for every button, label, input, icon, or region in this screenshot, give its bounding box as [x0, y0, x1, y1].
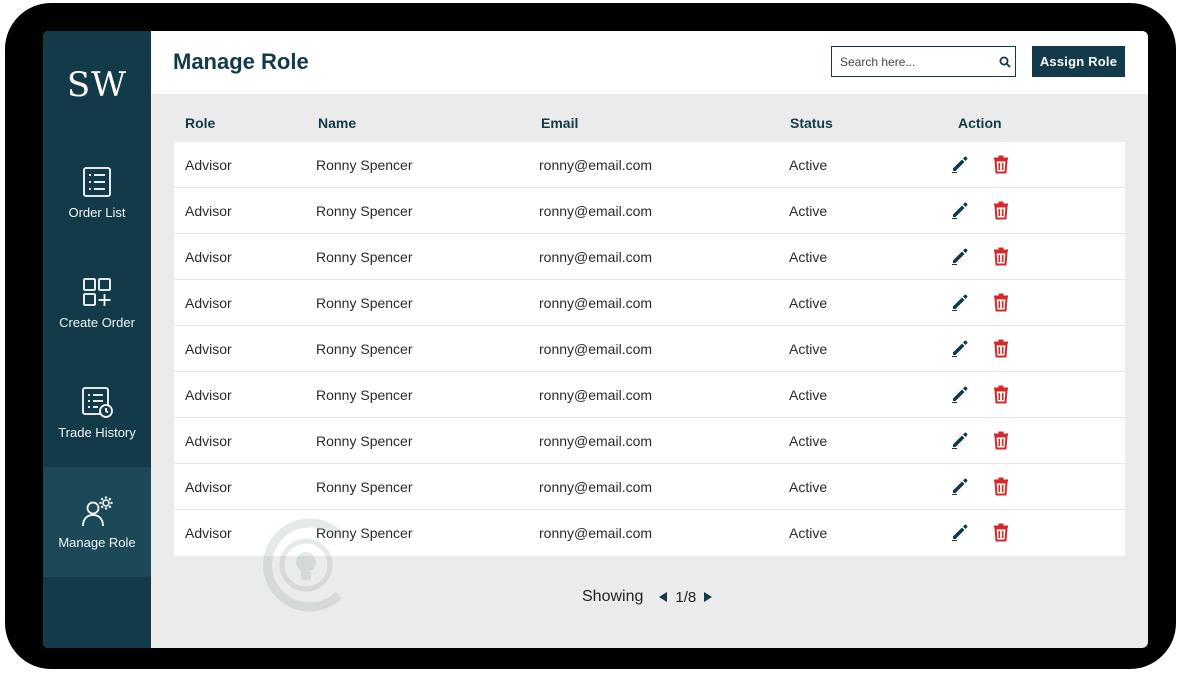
delete-icon[interactable] — [991, 384, 1011, 404]
email-cell: ronny@email.com — [539, 249, 653, 265]
table-body: Advisor Ronny Spencer ronny@email.com Ac… — [174, 142, 1125, 556]
email-cell: ronny@email.com — [539, 295, 653, 311]
name-cell: Ronny Spencer — [316, 341, 413, 357]
column-header-status[interactable]: Status — [790, 115, 833, 131]
table-row: Advisor Ronny Spencer ronny@email.com Ac… — [174, 326, 1125, 372]
status-cell: Active — [789, 433, 828, 449]
pagination-label: Showing — [582, 588, 644, 605]
name-cell: Ronny Spencer — [316, 157, 413, 173]
pagination: Showing 1/8 — [582, 588, 714, 606]
delete-icon[interactable] — [991, 200, 1011, 220]
history-icon — [82, 386, 113, 418]
next-page-icon[interactable] — [702, 591, 714, 603]
page-indicator: 1/8 — [675, 588, 697, 606]
sidebar-item-create-order[interactable]: Create Order — [43, 247, 151, 357]
brand-logo: SW — [66, 65, 128, 105]
edit-icon[interactable] — [950, 430, 970, 450]
role-cell: Advisor — [185, 157, 232, 173]
name-cell: Ronny Spencer — [316, 295, 413, 311]
app-screen: SW Order List Create Order Trade History… — [43, 31, 1148, 648]
role-cell: Advisor — [185, 341, 232, 357]
name-cell: Ronny Spencer — [316, 387, 413, 403]
sidebar-item-label: Create Order — [59, 314, 135, 330]
assign-role-button[interactable]: Assign Role — [1032, 46, 1125, 77]
sidebar: SW Order List Create Order Trade History… — [43, 31, 151, 648]
name-cell: Ronny Spencer — [316, 249, 413, 265]
list-icon — [83, 166, 111, 197]
table-row: Advisor Ronny Spencer ronny@email.com Ac… — [174, 418, 1125, 464]
column-header-email[interactable]: Email — [541, 115, 578, 131]
table-header: Role Name Email Status Action — [174, 106, 1125, 142]
sidebar-item-label: Trade History — [58, 424, 136, 440]
role-cell: Advisor — [185, 387, 232, 403]
name-cell: Ronny Spencer — [316, 479, 413, 495]
prev-page-icon[interactable] — [657, 591, 669, 603]
search-box — [831, 46, 1016, 77]
column-header-role[interactable]: Role — [185, 115, 215, 131]
edit-icon[interactable] — [950, 246, 970, 266]
status-cell: Active — [789, 249, 828, 265]
email-cell: ronny@email.com — [539, 479, 653, 495]
email-cell: ronny@email.com — [539, 157, 653, 173]
delete-icon[interactable] — [991, 476, 1011, 496]
email-cell: ronny@email.com — [539, 203, 653, 219]
edit-icon[interactable] — [950, 154, 970, 174]
role-cell: Advisor — [185, 433, 232, 449]
table-row: Advisor Ronny Spencer ronny@email.com Ac… — [174, 188, 1125, 234]
role-cell: Advisor — [185, 479, 232, 495]
column-header-name[interactable]: Name — [318, 115, 356, 131]
edit-icon[interactable] — [950, 384, 970, 404]
edit-icon[interactable] — [950, 338, 970, 358]
delete-icon[interactable] — [991, 292, 1011, 312]
edit-icon[interactable] — [950, 200, 970, 220]
edit-icon[interactable] — [950, 292, 970, 312]
search-input[interactable] — [832, 47, 995, 76]
grid-plus-icon — [83, 277, 111, 306]
sidebar-item-trade-history[interactable]: Trade History — [43, 357, 151, 467]
table-row: Advisor Ronny Spencer ronny@email.com Ac… — [174, 464, 1125, 510]
status-cell: Active — [789, 295, 828, 311]
table-row: Advisor Ronny Spencer ronny@email.com Ac… — [174, 234, 1125, 280]
page-header: Manage Role Assign Role — [151, 31, 1148, 94]
email-cell: ronny@email.com — [539, 525, 653, 541]
email-cell: ronny@email.com — [539, 341, 653, 357]
column-header-action: Action — [958, 115, 1002, 131]
name-cell: Ronny Spencer — [316, 433, 413, 449]
status-cell: Active — [789, 203, 828, 219]
edit-icon[interactable] — [950, 476, 970, 496]
delete-icon[interactable] — [991, 430, 1011, 450]
table-row: Advisor Ronny Spencer ronny@email.com Ac… — [174, 280, 1125, 326]
table-row: Advisor Ronny Spencer ronny@email.com Ac… — [174, 142, 1125, 188]
status-cell: Active — [789, 387, 828, 403]
email-cell: ronny@email.com — [539, 387, 653, 403]
watermark-logo — [263, 518, 343, 612]
email-cell: ronny@email.com — [539, 433, 653, 449]
status-cell: Active — [789, 341, 828, 357]
status-cell: Active — [789, 157, 828, 173]
search-icon[interactable] — [995, 56, 1015, 68]
role-cell: Advisor — [185, 525, 232, 541]
delete-icon[interactable] — [991, 246, 1011, 266]
sidebar-item-label: Order List — [68, 204, 126, 220]
delete-icon[interactable] — [991, 522, 1011, 542]
status-cell: Active — [789, 479, 828, 495]
role-cell: Advisor — [185, 203, 232, 219]
name-cell: Ronny Spencer — [316, 203, 413, 219]
page-title: Manage Role — [173, 49, 309, 74]
sidebar-item-manage-role[interactable]: Manage Role — [43, 467, 151, 577]
delete-icon[interactable] — [991, 338, 1011, 358]
sidebar-item-label: Manage Role — [58, 534, 136, 550]
user-gear-icon — [82, 496, 113, 526]
device-frame: SW Order List Create Order Trade History… — [5, 3, 1176, 669]
status-cell: Active — [789, 525, 828, 541]
role-cell: Advisor — [185, 295, 232, 311]
delete-icon[interactable] — [991, 154, 1011, 174]
sidebar-item-order-list[interactable]: Order List — [43, 137, 151, 247]
role-cell: Advisor — [185, 249, 232, 265]
table-row: Advisor Ronny Spencer ronny@email.com Ac… — [174, 372, 1125, 418]
edit-icon[interactable] — [950, 522, 970, 542]
roles-table: Role Name Email Status Action Advisor Ro… — [174, 106, 1125, 556]
